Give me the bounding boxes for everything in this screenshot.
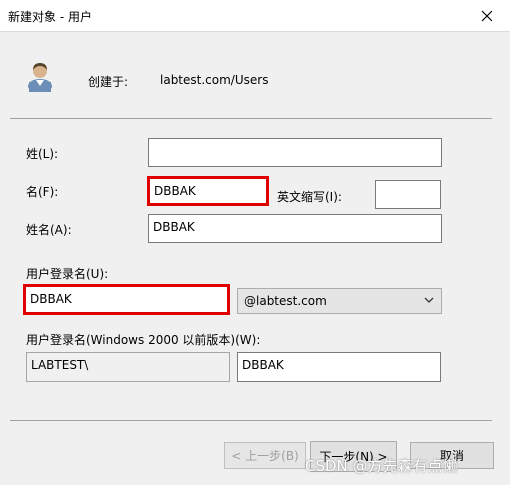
back-button[interactable]: < 上一步(B) — [224, 442, 306, 469]
initials-field[interactable] — [375, 180, 441, 209]
close-button[interactable] — [464, 0, 510, 31]
create-in-label: 创建于: — [88, 75, 129, 89]
full-name-label: 姓名(A): — [26, 223, 72, 237]
logon-name-field[interactable]: DBBAK — [23, 284, 230, 315]
last-name-label: 姓(L): — [26, 147, 59, 161]
create-in-path: labtest.com/Users — [160, 73, 269, 87]
chevron-down-icon — [424, 297, 434, 303]
full-name-field[interactable]: DBBAK — [148, 214, 442, 243]
last-name-field[interactable] — [148, 138, 442, 167]
initials-label: 英文缩写(I): — [277, 190, 342, 204]
pre2000-label: 用户登录名(Windows 2000 以前版本)(W): — [26, 333, 261, 347]
close-icon — [481, 10, 493, 21]
domain-select-value: @labtest.com — [244, 294, 327, 308]
pre2000-domain-field: LABTEST\ — [26, 352, 230, 382]
first-name-field[interactable]: DBBAK — [147, 176, 269, 206]
title-bar: 新建对象 - 用户 — [0, 0, 510, 32]
first-name-label: 名(F): — [26, 185, 59, 199]
user-icon — [26, 60, 54, 93]
logon-name-label: 用户登录名(U): — [26, 267, 109, 281]
divider-top — [10, 118, 492, 119]
divider-bottom — [10, 420, 492, 421]
window-title: 新建对象 - 用户 — [8, 10, 92, 24]
watermark: CSDN @方先森有点懒 — [305, 457, 458, 475]
pre2000-name-field[interactable]: DBBAK — [237, 352, 441, 382]
domain-select[interactable]: @labtest.com — [237, 288, 442, 314]
